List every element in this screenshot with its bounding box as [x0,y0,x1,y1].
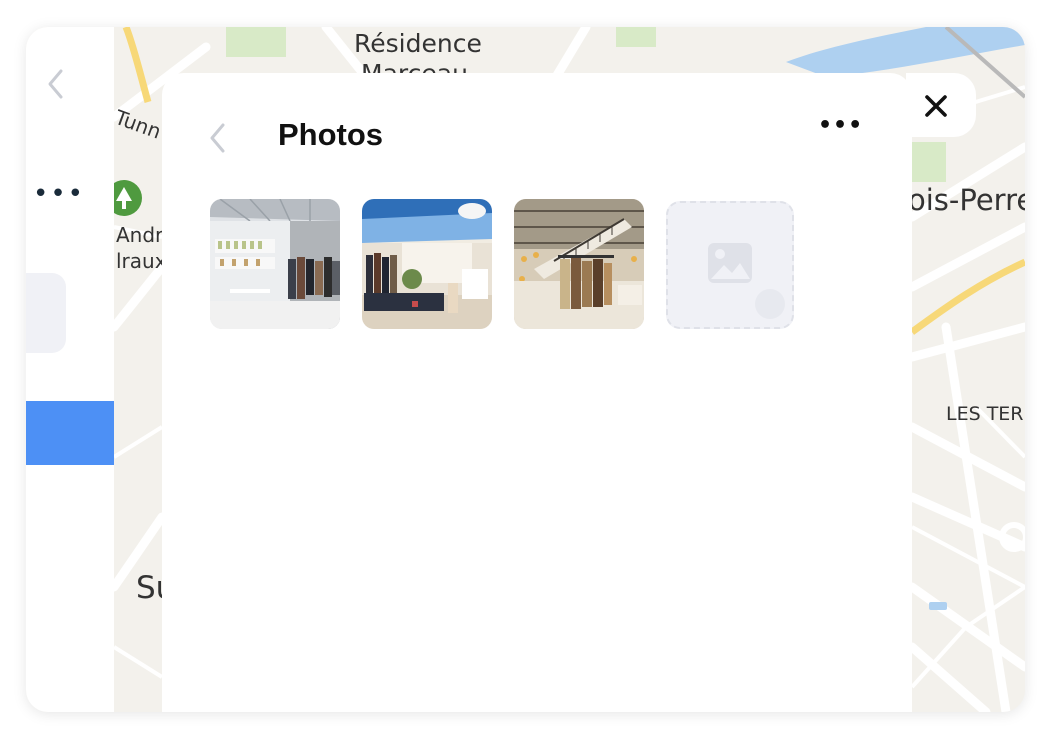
photo-thumbnail[interactable] [514,199,644,329]
page-title: Photos [278,117,384,152]
left-panel-primary-button[interactable] [26,401,114,465]
map-label-malraux: lraux [116,249,167,273]
left-panel: ••• [26,27,114,712]
photos-sheet: Photos ••• [162,73,912,712]
close-icon[interactable] [919,89,953,123]
chevron-left-icon[interactable] [206,121,228,155]
map-label-bois-perret: ois-Perre [908,183,1025,217]
image-placeholder-icon [708,243,752,283]
add-photo-button[interactable] [666,201,794,329]
left-panel-card[interactable] [26,273,66,353]
photo-thumbnail[interactable] [362,199,492,329]
add-badge-icon [755,289,785,319]
app-window: Résidence Marceau Tunn André lraux ois-P… [26,27,1025,712]
map-label-les-ter: LES TER [946,403,1024,425]
more-icon[interactable]: ••• [33,181,85,207]
photo-thumbnail[interactable] [210,199,340,329]
chevron-left-icon[interactable] [44,67,66,101]
map-label-residence: Résidence [354,29,482,58]
more-options-icon[interactable]: ••• [818,113,863,138]
